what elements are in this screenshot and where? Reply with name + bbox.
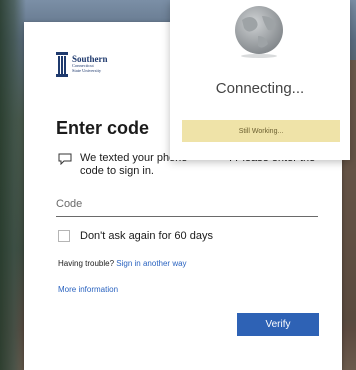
status-bar: Still Working... xyxy=(182,120,340,142)
trouble-line: Having trouble? Sign in another way xyxy=(58,259,187,268)
remember-checkbox[interactable] xyxy=(58,230,70,242)
status-text: Still Working... xyxy=(238,127,284,135)
chat-bubble-icon xyxy=(58,153,72,166)
verify-button[interactable]: Verify xyxy=(237,313,319,336)
logo-tower-icon xyxy=(56,50,68,78)
connecting-text: Connecting... xyxy=(215,80,305,97)
remember-option[interactable]: Don't ask again for 60 days xyxy=(58,230,213,242)
connecting-popup: Connecting... Still Working... xyxy=(170,0,350,160)
code-input[interactable] xyxy=(56,194,318,217)
trouble-text: Having trouble? xyxy=(58,259,115,268)
sign-in-another-way-link[interactable]: Sign in another way xyxy=(116,259,186,268)
logo-line-3: State University xyxy=(72,67,102,73)
page-title: Enter code xyxy=(56,118,150,138)
university-logo: Southern Connecticut State University xyxy=(56,50,108,78)
remember-label: Don't ask again for 60 days xyxy=(80,230,213,242)
globe-icon xyxy=(230,6,288,58)
more-information-link[interactable]: More information xyxy=(58,285,118,294)
